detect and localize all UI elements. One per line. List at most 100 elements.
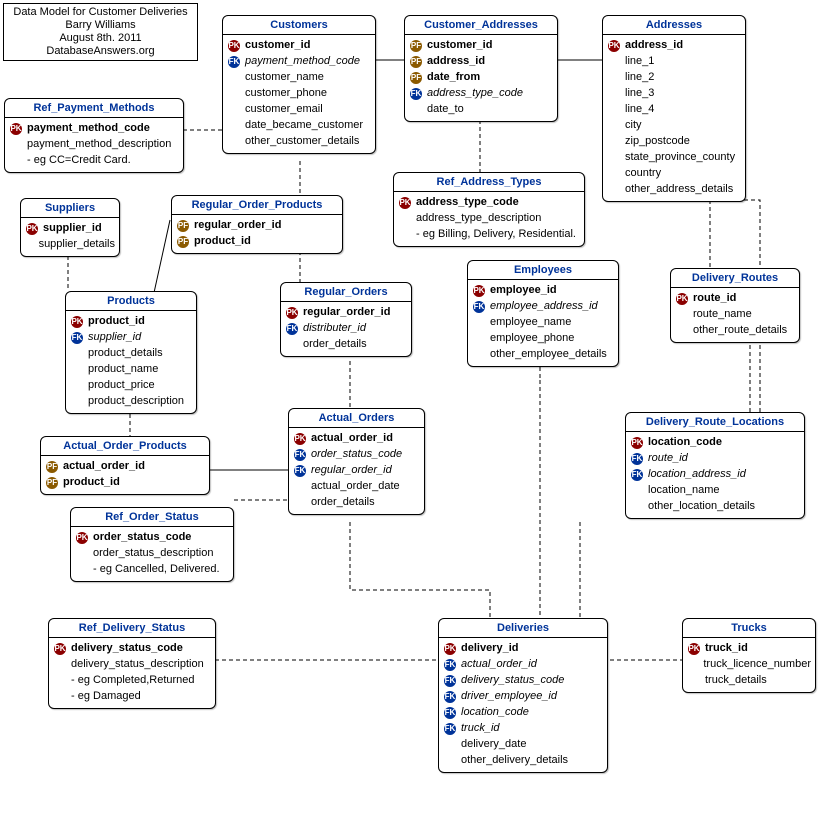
column-row: PFregular_order_id (176, 217, 338, 233)
column-row: PKorder_status_code (75, 529, 229, 545)
column-row: FKregular_order_id (293, 462, 420, 478)
column-row: PFproduct_id (45, 474, 205, 490)
column-row: employee_phone (472, 330, 614, 346)
column-row: location_name (630, 482, 800, 498)
primary-key-icon: PK (399, 197, 411, 209)
column-name: delivery_date (457, 738, 526, 750)
column-row: PFaddress_id (409, 53, 553, 69)
column-name: line_1 (621, 55, 654, 67)
key-indicator: PK (443, 642, 457, 655)
column-row: FKroute_id (630, 450, 800, 466)
foreign-key-icon: FK (444, 691, 456, 703)
entity-body: PKproduct_id FKsupplier_idproduct_details… (66, 311, 196, 413)
entity-regular-orders: Regular_OrdersPKregular_order_idFKdistri… (280, 282, 412, 357)
entity-ref-payment-methods: Ref_Payment_MethodsPKpayment_method_code… (4, 98, 184, 173)
primary-key-icon: PK (10, 123, 22, 135)
column-name: date_to (423, 103, 464, 115)
entity-body: PKaddress_type_codeaddress_type_descript… (394, 192, 584, 246)
foreign-key-icon: FK (286, 323, 298, 335)
column-row: PFcustomer_id (409, 37, 553, 53)
column-name: employee_phone (486, 332, 574, 344)
column-row: PKsupplier_id (25, 220, 115, 236)
foreign-key-icon: FK (444, 675, 456, 687)
key-indicator: PK (9, 122, 23, 135)
column-row: PKlocation_code (630, 434, 800, 450)
entity-body: PKdelivery_idFKactual_order_idFKdelivery… (439, 638, 607, 772)
column-row: product_details (70, 345, 192, 361)
column-row: date_became_customer (227, 117, 371, 133)
column-row: FKsupplier_id (70, 329, 192, 345)
primary-key-icon: PK (26, 223, 38, 235)
key-indicator: PK (25, 222, 39, 235)
entity-body: PKpayment_method_codepayment_method_desc… (5, 118, 183, 172)
column-name: employee_id (486, 284, 557, 296)
meta-source: DatabaseAnswers.org (8, 45, 193, 58)
key-indicator: FK (443, 674, 457, 687)
foreign-key-icon: FK (294, 465, 306, 477)
column-row: truck_licence_number (687, 656, 811, 672)
column-name: city (621, 119, 642, 131)
entity-employees: EmployeesPKemployee_idFKemployee_address… (467, 260, 619, 367)
column-name: other_route_details (689, 324, 787, 336)
column-row: FKdelivery_status_code (443, 672, 603, 688)
column-row: supplier_details (25, 236, 115, 252)
entity-body: PKdelivery_status_codedelivery_status_de… (49, 638, 215, 708)
key-indicator: PK (75, 531, 89, 544)
column-name: supplier_details (35, 238, 115, 250)
column-name: other_delivery_details (457, 754, 568, 766)
key-indicator: PK (607, 39, 621, 52)
pf-key-icon: PF (410, 40, 422, 52)
entity-body: PKcustomer_idFKpayment_method_codecustom… (223, 35, 375, 153)
pf-key-icon: PF (46, 461, 58, 473)
column-row: delivery_date (443, 736, 603, 752)
primary-key-icon: PK (676, 293, 688, 305)
entity-title: Actual_Order_Products (41, 437, 209, 456)
column-name: other_employee_details (486, 348, 607, 360)
entity-ref-order-status: Ref_Order_StatusPKorder_status_codeorder… (70, 507, 234, 582)
column-row: city (607, 117, 741, 133)
column-name: actual_order_id (457, 658, 537, 670)
column-row: customer_name (227, 69, 371, 85)
column-name: address_id (423, 55, 485, 67)
primary-key-icon: PK (294, 433, 306, 445)
column-row: FKemployee_address_id (472, 298, 614, 314)
column-name: payment_method_description (23, 138, 171, 150)
column-name: delivery_status_code (67, 642, 183, 654)
column-name: order_status_code (89, 531, 191, 543)
foreign-key-icon: FK (473, 301, 485, 313)
column-row: other_delivery_details (443, 752, 603, 768)
entity-body: PFcustomer_idPFaddress_idPFdate_fromFKad… (405, 35, 557, 121)
entity-title: Delivery_Routes (671, 269, 799, 288)
column-row: line_2 (607, 69, 741, 85)
foreign-key-icon: FK (228, 56, 240, 68)
column-row: product_price (70, 377, 192, 393)
key-indicator: PK (227, 39, 241, 52)
column-name: location_name (644, 484, 720, 496)
column-name: zip_postcode (621, 135, 690, 147)
entity-regular-order-products: Regular_Order_ProductsPFregular_order_id… (171, 195, 343, 254)
column-name: product_description (84, 395, 184, 407)
column-row: PKregular_order_id (285, 304, 407, 320)
primary-key-icon: PK (444, 643, 456, 655)
column-row: delivery_status_description (53, 656, 211, 672)
column-name: - eg Completed,Returned (67, 674, 195, 686)
column-row: order_details (285, 336, 407, 352)
entity-title: Ref_Payment_Methods (5, 99, 183, 118)
key-indicator: PK (675, 292, 689, 305)
column-row: date_to (409, 101, 553, 117)
column-row: PFdate_from (409, 69, 553, 85)
column-name: product_id (84, 315, 145, 327)
column-name: - eg CC=Credit Card. (23, 154, 131, 166)
column-row: - eg Cancelled, Delivered. (75, 561, 229, 577)
column-row: PFactual_order_id (45, 458, 205, 474)
column-row: PFproduct_id (176, 233, 338, 249)
entity-customers: CustomersPKcustomer_idFKpayment_method_c… (222, 15, 376, 154)
foreign-key-icon: FK (71, 332, 83, 344)
column-name: order_details (299, 338, 367, 350)
column-name: order_details (307, 496, 375, 508)
key-indicator: PK (70, 315, 84, 328)
column-name: date_from (423, 71, 480, 83)
column-row: route_name (675, 306, 795, 322)
column-name: regular_order_id (190, 219, 281, 231)
key-indicator: PF (45, 476, 59, 489)
